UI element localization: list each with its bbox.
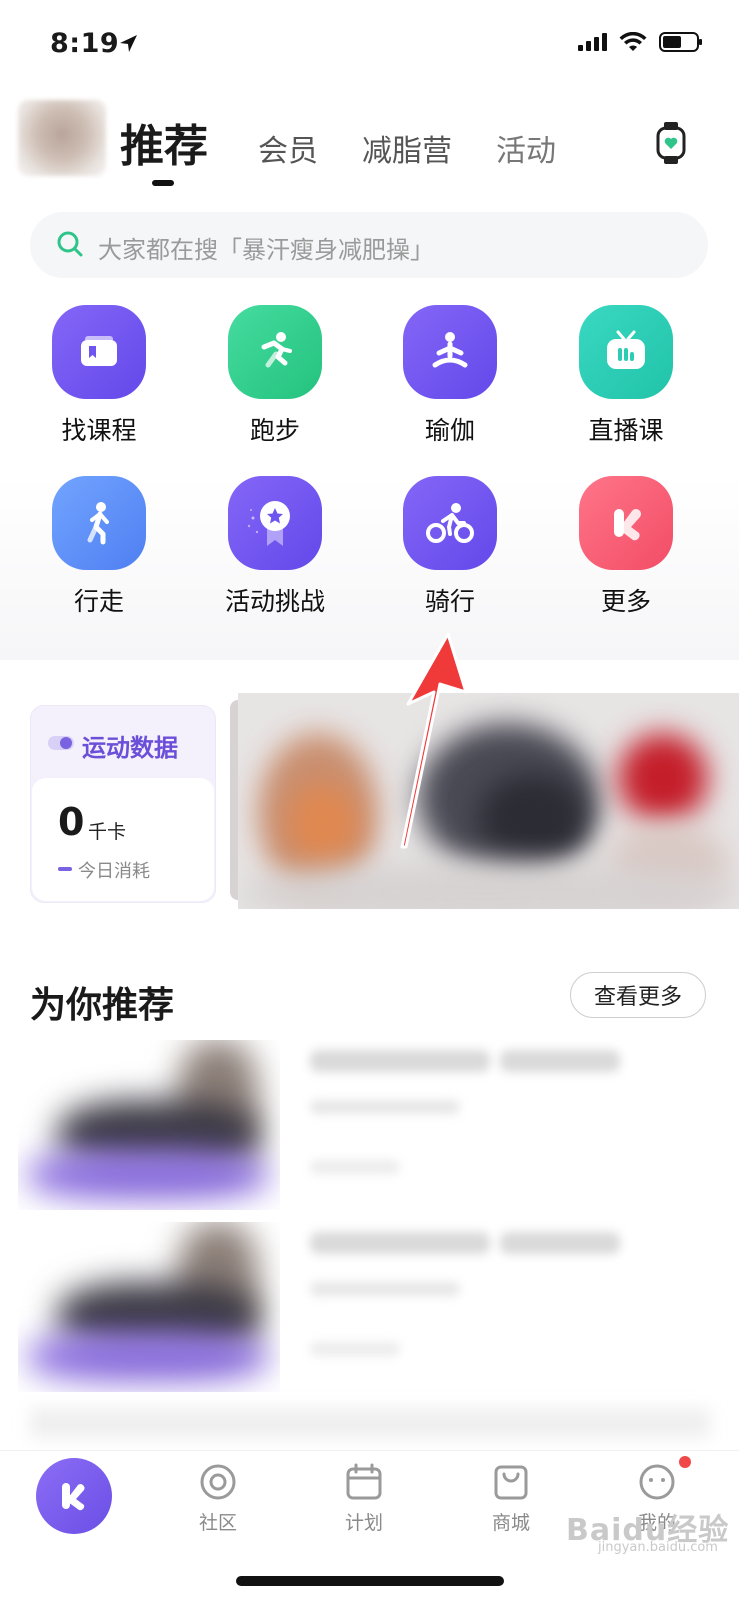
recommend-item-text[interactable] xyxy=(300,1040,720,1190)
shortcut-label: 更多 xyxy=(600,587,651,616)
tab-recommend[interactable]: 推荐 xyxy=(120,110,208,174)
search-icon xyxy=(57,231,83,257)
shortcut-label: 直播课 xyxy=(588,416,664,445)
wifi-icon xyxy=(619,32,647,51)
recommend-item-thumbnail[interactable] xyxy=(18,1222,280,1392)
location-arrow-icon xyxy=(120,35,137,52)
cellular-signal-icon xyxy=(578,33,607,51)
today-consumption-label: 今日消耗 xyxy=(78,861,150,882)
shortcut-label: 活动挑战 xyxy=(224,587,325,616)
yoga-icon xyxy=(432,332,468,368)
shortcut-running[interactable]: 跑步 xyxy=(200,305,350,447)
recommend-title: 为你推荐 xyxy=(30,985,175,1026)
community-icon xyxy=(200,1464,236,1500)
annotation-arrow-icon xyxy=(400,632,468,849)
tab-member[interactable]: 会员 xyxy=(258,126,318,170)
k-logo-icon xyxy=(62,1483,85,1511)
shortcut-label: 骑行 xyxy=(424,587,475,616)
medal-icon xyxy=(247,501,290,546)
toggle-dot-icon xyxy=(48,736,74,750)
course-icon xyxy=(81,336,117,366)
see-more-button[interactable]: 查看更多 xyxy=(570,972,706,1018)
shortcut-label: 找课程 xyxy=(61,416,137,445)
running-icon xyxy=(261,332,292,368)
live-tv-icon xyxy=(607,330,645,369)
shortcut-live-class[interactable]: 直播课 xyxy=(551,305,701,447)
shortcut-label: 跑步 xyxy=(249,416,300,445)
shop-bag-icon xyxy=(494,1465,528,1500)
shortcut-cycling[interactable]: 骑行 xyxy=(375,476,525,618)
smartwatch-icon[interactable] xyxy=(656,122,686,164)
nav-label: 计划 xyxy=(344,1512,383,1534)
status-icons xyxy=(578,32,702,52)
search-input[interactable]: 大家都在搜「暴汗瘦身减肥操」 xyxy=(98,230,434,265)
calories-value: 0 xyxy=(58,800,85,844)
battery-icon xyxy=(659,32,702,52)
shortcut-walking[interactable]: 行走 xyxy=(24,476,174,618)
legend-dash xyxy=(58,867,72,871)
shortcut-yoga[interactable]: 瑜伽 xyxy=(375,305,525,447)
cycling-icon xyxy=(426,503,474,543)
calories-unit: 千卡 xyxy=(88,821,127,843)
tab-active-indicator xyxy=(152,180,174,186)
walking-icon xyxy=(87,502,109,545)
notification-badge xyxy=(679,1456,691,1468)
shortcut-challenge[interactable]: 活动挑战 xyxy=(200,476,350,618)
nav-plan[interactable]: 计划 xyxy=(324,1462,404,1535)
k-logo-icon xyxy=(614,509,641,541)
nav-community[interactable]: 社区 xyxy=(178,1462,258,1535)
shortcut-find-course[interactable]: 找课程 xyxy=(24,305,174,447)
profile-face-icon xyxy=(639,1464,675,1500)
list-item-fade xyxy=(30,1408,710,1438)
tab-activity[interactable]: 活动 xyxy=(496,126,556,170)
nav-label: 商城 xyxy=(491,1512,530,1534)
watermark-url: jingyan.baidu.com xyxy=(598,1540,718,1555)
calendar-icon xyxy=(346,1463,382,1500)
recommend-item-text[interactable] xyxy=(300,1222,720,1372)
sport-data-title: 运动数据 xyxy=(82,734,178,762)
nav-home-button[interactable] xyxy=(36,1458,112,1534)
shortcut-label: 瑜伽 xyxy=(424,416,475,445)
home-indicator xyxy=(236,1576,504,1586)
shortcut-more[interactable]: 更多 xyxy=(551,476,701,618)
nav-shop[interactable]: 商城 xyxy=(471,1462,551,1535)
tab-fat-loss-camp[interactable]: 减脂营 xyxy=(362,126,452,170)
recommend-item-thumbnail[interactable] xyxy=(18,1040,280,1210)
shortcut-label: 行走 xyxy=(73,587,124,616)
avatar[interactable] xyxy=(18,100,106,176)
status-time: 8:19 xyxy=(50,28,120,59)
promo-banner[interactable] xyxy=(238,693,739,909)
nav-label: 社区 xyxy=(198,1512,237,1534)
